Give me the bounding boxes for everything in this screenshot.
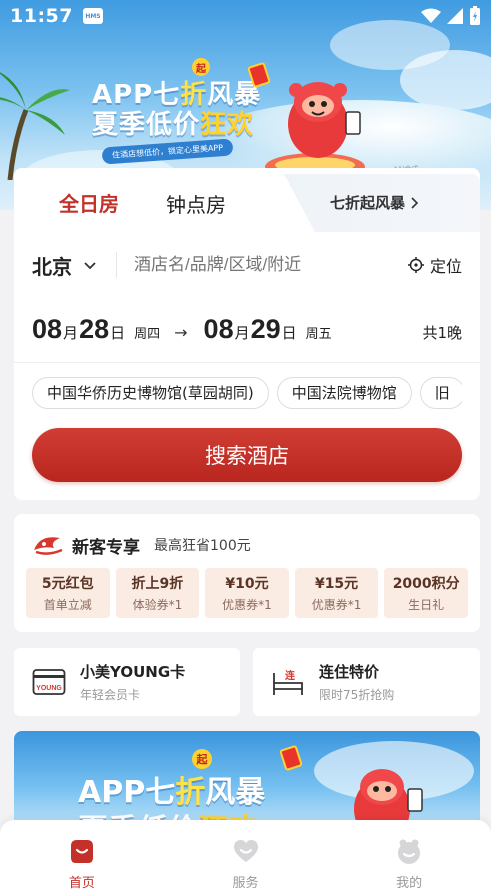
coupon-desc: 生日礼	[408, 598, 445, 612]
coupon-desc: 优惠券*1	[311, 598, 362, 612]
coupon-value: ¥15元	[314, 576, 359, 592]
tab-promo-link[interactable]: 七折起风暴	[330, 192, 419, 213]
suggestion-chip[interactable]: 旧	[419, 377, 462, 409]
young-card-entry[interactable]: YOUNG 小美YOUNG卡 年轻会员卡	[14, 648, 240, 716]
nav-home-label: 首页	[68, 876, 95, 891]
coupon-value: ¥10元	[225, 576, 269, 592]
signal-icon	[447, 8, 463, 24]
membership-card-icon: YOUNG	[32, 669, 66, 695]
young-card-title: 小美YOUNG卡	[80, 663, 186, 681]
checkin-day: 28	[79, 314, 110, 344]
palm-tree-icon	[0, 72, 70, 180]
stay-card-subtitle: 限时75折抢购	[319, 688, 395, 702]
coupon-value: 折上9折	[131, 576, 184, 592]
month-unit: 月	[63, 324, 79, 342]
coupon-value: 2000积分	[392, 576, 460, 592]
profile-icon	[398, 839, 421, 864]
hotel-search-card: 全日房 钟点房 七折起风暴 北京 定位 08 月 28 日 周四 → 08 月 …	[14, 168, 480, 500]
secondary-promo-banner[interactable]: 起 APP七折风暴 夏季低价狂欢	[14, 731, 480, 831]
svg-text:连: 连	[285, 669, 296, 682]
nav-mine-label: 我的	[396, 876, 423, 891]
mascot-image	[354, 769, 423, 831]
coupon-desc: 首单立减	[43, 598, 92, 612]
chevron-down-icon[interactable]	[82, 257, 98, 273]
locate-icon	[407, 257, 424, 273]
bottom-navigation: 首页 服务 我的	[0, 820, 491, 892]
new-customer-subtitle: 最高狂省100元	[154, 538, 251, 554]
arrow-right-icon: →	[174, 323, 188, 342]
city-search-row: 北京 定位	[14, 248, 480, 282]
qi-badge: 起	[192, 749, 212, 769]
tab-promo-label: 七折起风暴	[330, 194, 406, 212]
search-hotel-button[interactable]: 搜索酒店	[32, 428, 462, 482]
checkout-month: 08	[203, 314, 234, 344]
stay-card-text: 连住特价 限时75折抢购	[319, 661, 394, 703]
new-customer-card: 新客专享 最高狂省100元 5元红包 首单立减 折上9折 体验券*1 ¥10元 …	[14, 514, 480, 632]
stay-card-title: 连住特价	[319, 663, 380, 681]
tab-full-day[interactable]: 全日房	[59, 188, 119, 217]
locate-button[interactable]: 定位	[407, 253, 462, 277]
day-unit: 日	[110, 324, 126, 342]
checkin-weekday: 周四	[134, 327, 161, 342]
hms-badge: HMS	[82, 8, 103, 24]
battery-icon	[470, 6, 480, 25]
bed-icon: 连	[273, 669, 303, 695]
new-customer-header: 新客专享 最高狂省100元	[32, 532, 251, 558]
wifi-icon	[421, 8, 441, 23]
new-customer-title: 新客专享	[72, 537, 140, 558]
shark-fin-icon	[34, 537, 63, 555]
room-type-tabs: 全日房 钟点房 七折起风暴	[14, 168, 480, 232]
status-bar: 11:57 HMS	[0, 0, 491, 32]
heart-icon	[233, 840, 258, 862]
consecutive-stay-entry[interactable]: 连 连住特价 限时75折抢购	[253, 648, 480, 716]
status-icons	[421, 6, 481, 26]
coupon-list: 5元红包 首单立减 折上9折 体验券*1 ¥10元 优惠券*1 ¥15元 优惠券…	[26, 568, 468, 618]
coupon-item[interactable]: 折上9折 体验券*1	[115, 568, 200, 618]
home-icon	[70, 840, 93, 863]
nav-home[interactable]: 首页	[0, 820, 164, 892]
coupon-item[interactable]: 2000积分 生日礼	[384, 568, 468, 618]
nav-mine[interactable]: 我的	[327, 820, 491, 892]
checkout-weekday: 周五	[305, 327, 332, 342]
coupon-desc: 优惠券*1	[222, 598, 272, 612]
svg-text:YOUNG: YOUNG	[36, 685, 62, 692]
young-card-subtitle: 年轻会员卡	[80, 688, 141, 702]
suggestion-chips: 中国华侨历史博物馆(草园胡同) 中国法院博物馆旧	[32, 377, 462, 409]
divider	[116, 252, 117, 278]
nav-service-label: 服务	[232, 876, 259, 891]
date-selector[interactable]: 08 月 28 日 周四 → 08 月 29 日 周五 共1晚	[32, 314, 462, 354]
nights-count: 共1晚	[422, 324, 462, 342]
month-unit: 月	[234, 324, 250, 342]
city-selector[interactable]: 北京	[32, 251, 72, 280]
red-envelope-icon	[279, 744, 303, 772]
locate-label: 定位	[429, 257, 462, 276]
coupon-item[interactable]: 5元红包 首单立减	[26, 568, 110, 618]
young-card-text: 小美YOUNG卡 年轻会员卡	[80, 661, 185, 703]
suggestion-chip[interactable]: 中国法院博物馆	[276, 377, 412, 409]
checkout-day: 29	[250, 314, 281, 344]
chevron-right-icon	[411, 196, 419, 209]
checkin-month: 08	[32, 314, 63, 344]
status-time: 11:57	[10, 5, 73, 27]
divider	[14, 362, 480, 363]
tab-hourly[interactable]: 钟点房	[166, 189, 226, 218]
banner-title-line2: 夏季低价狂欢	[92, 110, 255, 140]
suggestion-chip[interactable]: 中国华侨历史博物馆(草园胡同)	[32, 377, 269, 409]
coupon-item[interactable]: ¥10元 优惠券*1	[205, 568, 289, 618]
mascot-image	[265, 82, 365, 181]
coupon-item[interactable]: ¥15元 优惠券*1	[294, 568, 379, 618]
nav-service[interactable]: 服务	[164, 820, 328, 892]
hotel-search-input[interactable]	[134, 255, 354, 275]
coupon-desc: 体验券*1	[132, 598, 183, 612]
coupon-value: 5元红包	[41, 576, 94, 592]
day-unit: 日	[281, 324, 297, 342]
